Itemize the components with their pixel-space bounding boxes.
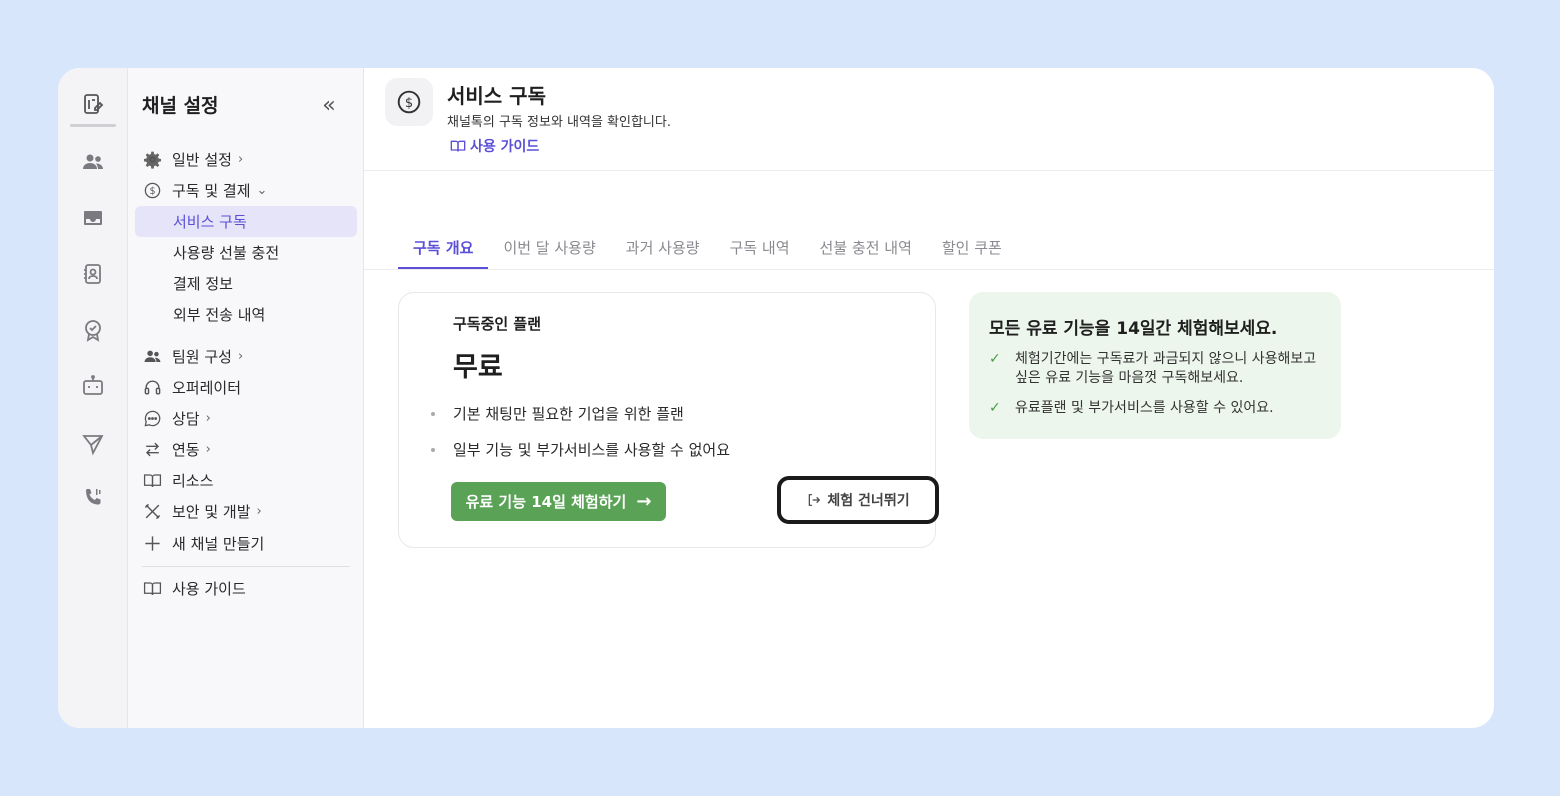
sidebar-subitem-prepaid-charge[interactable]: 사용량 선불 충전	[135, 237, 357, 268]
tools-icon	[142, 501, 162, 521]
collapse-sidebar-button[interactable]: «	[316, 92, 342, 118]
plus-icon	[142, 533, 162, 553]
promo-title: 모든 유료 기능을 14일간 체험해보세요.	[989, 319, 1278, 339]
sidebar-item-consult[interactable]: 상담 ›	[142, 404, 211, 432]
tabs-divider	[364, 269, 1494, 270]
icon-rail	[58, 68, 128, 728]
exit-icon	[809, 494, 821, 506]
tab-prepaid-history[interactable]: 선불 충전 내역	[805, 224, 927, 270]
sidebar-item-label: 리소스	[172, 471, 214, 490]
settings-sidebar: 채널 설정 « 일반 설정 › $ 구독 및 결제 ⌄ 서비스 구독 사용량 선…	[128, 68, 364, 728]
app-window: 채널 설정 « 일반 설정 › $ 구독 및 결제 ⌄ 서비스 구독 사용량 선…	[58, 68, 1494, 728]
main-content: $ 서비스 구독 채널톡의 구독 정보와 내역을 확인합니다. 사용 가이드 구…	[364, 68, 1494, 728]
trial-promo-box: 모든 유료 기능을 14일간 체험해보세요. ✓ 체험기간에는 구독료가 과금되…	[969, 292, 1341, 439]
svg-text:$: $	[405, 96, 413, 111]
users-icon	[142, 346, 162, 366]
sidebar-subitem-external-send-history[interactable]: 외부 전송 내역	[135, 299, 357, 330]
start-trial-button[interactable]: 유료 기능 14일 체험하기 →	[451, 482, 666, 521]
chevron-right-icon: ›	[237, 348, 244, 364]
double-chevron-left-icon: «	[322, 92, 336, 118]
sidebar-item-label: 일반 설정	[172, 150, 232, 169]
plan-bullet-text: 일부 기능 및 부가서비스를 사용할 수 없어요	[453, 441, 731, 459]
chevron-right-icon: ›	[237, 151, 244, 167]
sidebar-item-label: 사용 가이드	[172, 579, 246, 598]
sidebar-item-label: 팀원 구성	[172, 347, 232, 366]
plan-bullet: 기본 채팅만 필요한 기업을 위한 플랜	[431, 403, 684, 424]
page-title: 서비스 구독	[447, 84, 546, 108]
sidebar-title: 채널 설정	[142, 95, 219, 117]
bot-icon[interactable]	[75, 368, 111, 404]
gear-icon	[142, 149, 162, 169]
check-icon: ✓	[989, 400, 1001, 416]
tab-overview[interactable]: 구독 개요	[398, 224, 489, 270]
book-icon	[142, 470, 162, 490]
skip-trial-label: 체험 건너뛰기	[827, 493, 910, 509]
sidebar-item-team[interactable]: 팀원 구성 ›	[142, 342, 243, 370]
check-icon: ✓	[989, 351, 1001, 367]
badge-check-icon[interactable]	[75, 312, 111, 348]
promo-item: ✓ 유료플랜 및 부가서비스를 사용할 수 있어요.	[989, 399, 1325, 418]
swap-arrows-icon	[142, 439, 162, 459]
sidebar-item-new-channel[interactable]: 새 채널 만들기	[142, 529, 264, 557]
sidebar-item-resources[interactable]: 리소스	[142, 466, 213, 494]
tab-this-month-usage[interactable]: 이번 달 사용량	[488, 224, 610, 270]
chevron-down-icon: ⌄	[256, 182, 268, 198]
promo-item: ✓ 체험기간에는 구독료가 과금되지 않으니 사용해보고 싶은 유료 기능을 마…	[989, 350, 1325, 388]
phone-icon[interactable]	[75, 480, 111, 516]
start-trial-label: 유료 기능 14일 체험하기	[465, 493, 627, 511]
tab-past-usage[interactable]: 과거 사용량	[611, 224, 715, 270]
contact-card-icon[interactable]	[75, 256, 111, 292]
sidebar-item-security[interactable]: 보안 및 개발 ›	[142, 497, 262, 525]
sidebar-item-label: 상담	[172, 409, 200, 428]
sidebar-divider	[142, 566, 350, 567]
settings-note-icon[interactable]	[75, 86, 111, 122]
chat-bubble-icon	[142, 408, 162, 428]
promo-item-text: 체험기간에는 구독료가 과금되지 않으니 사용해보고 싶은 유료 기능을 마음껏…	[1015, 351, 1317, 386]
users-icon[interactable]	[75, 144, 111, 180]
sidebar-subitem-payment-info[interactable]: 결제 정보	[135, 268, 357, 299]
chevron-right-icon: ›	[256, 503, 262, 519]
skip-trial-button[interactable]: 체험 건너뛰기	[777, 476, 939, 524]
page-description: 채널톡의 구독 정보와 내역을 확인합니다.	[447, 115, 671, 130]
sidebar-item-billing[interactable]: $ 구독 및 결제 ⌄	[142, 176, 267, 204]
inbox-icon[interactable]	[75, 200, 111, 236]
subscription-tabs: 구독 개요 이번 달 사용량 과거 사용량 구독 내역 선불 충전 내역 할인 …	[398, 224, 1017, 270]
usage-guide-link[interactable]: 사용 가이드	[450, 136, 539, 156]
sidebar-item-guide[interactable]: 사용 가이드	[142, 574, 246, 602]
arrow-right-icon: →	[636, 491, 652, 512]
plan-bullet-text: 기본 채팅만 필요한 기업을 위한 플랜	[453, 405, 684, 423]
send-icon[interactable]	[75, 426, 111, 462]
chevron-right-icon: ›	[205, 410, 211, 426]
book-icon	[450, 140, 466, 152]
sidebar-item-integration[interactable]: 연동 ›	[142, 435, 211, 463]
chevron-right-icon: ›	[205, 441, 211, 457]
sidebar-item-operator[interactable]: 오퍼레이터	[142, 373, 241, 401]
sidebar-item-label: 보안 및 개발	[172, 502, 251, 521]
sidebar-item-label: 구독 및 결제	[172, 181, 251, 200]
current-plan-card: 구독중인 플랜 무료 기본 채팅만 필요한 기업을 위한 플랜 일부 기능 및 …	[398, 292, 939, 548]
sidebar-subitem-service-subscription[interactable]: 서비스 구독	[135, 206, 357, 237]
sidebar-item-label: 새 채널 만들기	[172, 534, 265, 553]
sidebar-item-general[interactable]: 일반 설정 ›	[142, 145, 243, 173]
tab-subscription-history[interactable]: 구독 내역	[715, 224, 805, 270]
bullet-dot	[431, 411, 435, 416]
svg-text:$: $	[149, 186, 155, 197]
book-icon	[142, 578, 162, 598]
bullet-dot	[431, 447, 435, 452]
rail-active-indicator	[70, 124, 116, 127]
plan-bullet: 일부 기능 및 부가서비스를 사용할 수 없어요	[431, 439, 730, 460]
sidebar-item-label: 오퍼레이터	[172, 378, 242, 397]
dollar-circle-icon: $	[142, 180, 162, 200]
usage-guide-label: 사용 가이드	[470, 139, 540, 155]
plan-name: 무료	[453, 352, 503, 383]
headset-icon	[142, 377, 162, 397]
plan-label: 구독중인 플랜	[453, 315, 542, 333]
promo-item-text: 유료플랜 및 부가서비스를 사용할 수 있어요.	[1015, 400, 1274, 416]
header-divider	[364, 170, 1494, 171]
sidebar-item-label: 연동	[172, 440, 200, 459]
dollar-circle-icon: $	[385, 78, 433, 126]
tab-discount-coupons[interactable]: 할인 쿠폰	[927, 224, 1017, 270]
